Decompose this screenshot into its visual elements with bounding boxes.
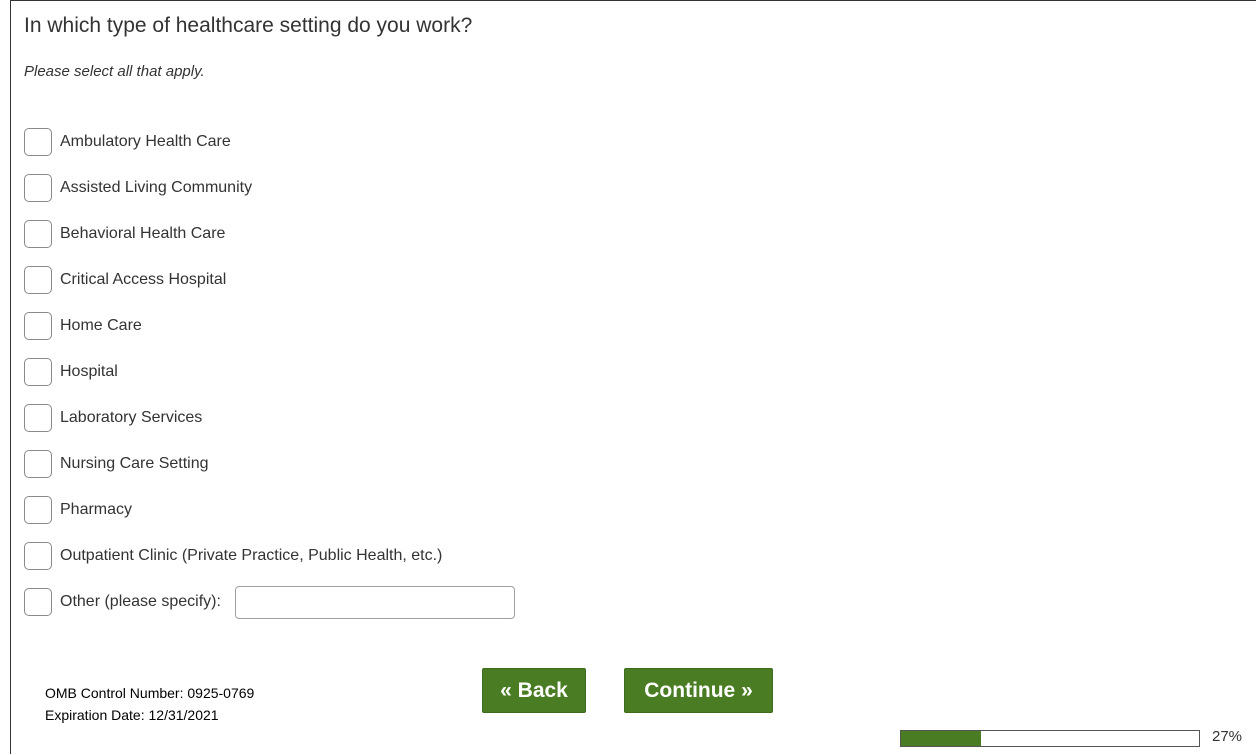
option-label: Pharmacy	[60, 501, 133, 518]
option-hospital[interactable]: Hospital	[24, 358, 515, 404]
option-label: Hospital	[60, 363, 118, 380]
back-button[interactable]: « Back	[482, 668, 586, 713]
checkbox[interactable]	[24, 588, 52, 616]
checkbox[interactable]	[24, 358, 52, 386]
checkbox[interactable]	[24, 220, 52, 248]
option-ambulatory-health-care[interactable]: Ambulatory Health Care	[24, 128, 515, 174]
option-laboratory-services[interactable]: Laboratory Services	[24, 404, 515, 450]
option-other[interactable]: Other (please specify):	[24, 586, 515, 634]
omb-control-number: OMB Control Number: 0925-0769	[45, 685, 255, 701]
option-label: Ambulatory Health Care	[60, 133, 231, 150]
checkbox[interactable]	[24, 496, 52, 524]
option-behavioral-health-care[interactable]: Behavioral Health Care	[24, 220, 515, 266]
checkbox[interactable]	[24, 174, 52, 202]
option-outpatient-clinic[interactable]: Outpatient Clinic (Private Practice, Pub…	[24, 542, 515, 588]
other-specify-input[interactable]	[234, 586, 515, 619]
option-pharmacy[interactable]: Pharmacy	[24, 496, 515, 542]
option-label: Assisted Living Community	[60, 179, 253, 196]
progress-bar-fill	[901, 731, 982, 746]
progress-percent: 27%	[1212, 728, 1243, 745]
omb-expiration-date: Expiration Date: 12/31/2021	[45, 707, 219, 723]
option-home-care[interactable]: Home Care	[24, 312, 515, 358]
progress-bar	[900, 730, 1200, 747]
checkbox[interactable]	[24, 450, 52, 478]
option-critical-access-hospital[interactable]: Critical Access Hospital	[24, 266, 515, 312]
checkbox[interactable]	[24, 404, 52, 432]
question-instruction: Please select all that apply.	[24, 63, 205, 80]
continue-button[interactable]: Continue »	[624, 668, 773, 713]
option-assisted-living-community[interactable]: Assisted Living Community	[24, 174, 515, 220]
option-label: Nursing Care Setting	[60, 455, 209, 472]
option-nursing-care-setting[interactable]: Nursing Care Setting	[24, 450, 515, 496]
option-label: Laboratory Services	[60, 409, 203, 426]
omb-info: OMB Control Number: 0925-0769 Expiration…	[45, 682, 254, 726]
option-label: Home Care	[60, 317, 142, 334]
option-label: Outpatient Clinic (Private Practice, Pub…	[60, 547, 443, 564]
checkbox[interactable]	[24, 128, 52, 156]
checkbox[interactable]	[24, 542, 52, 570]
question-title: In which type of healthcare setting do y…	[24, 14, 473, 37]
option-label: Other (please specify):	[60, 593, 221, 610]
checkbox[interactable]	[24, 312, 52, 340]
options-list: Ambulatory Health Care Assisted Living C…	[24, 128, 515, 634]
checkbox[interactable]	[24, 266, 52, 294]
option-label: Behavioral Health Care	[60, 225, 226, 242]
option-label: Critical Access Hospital	[60, 271, 227, 288]
